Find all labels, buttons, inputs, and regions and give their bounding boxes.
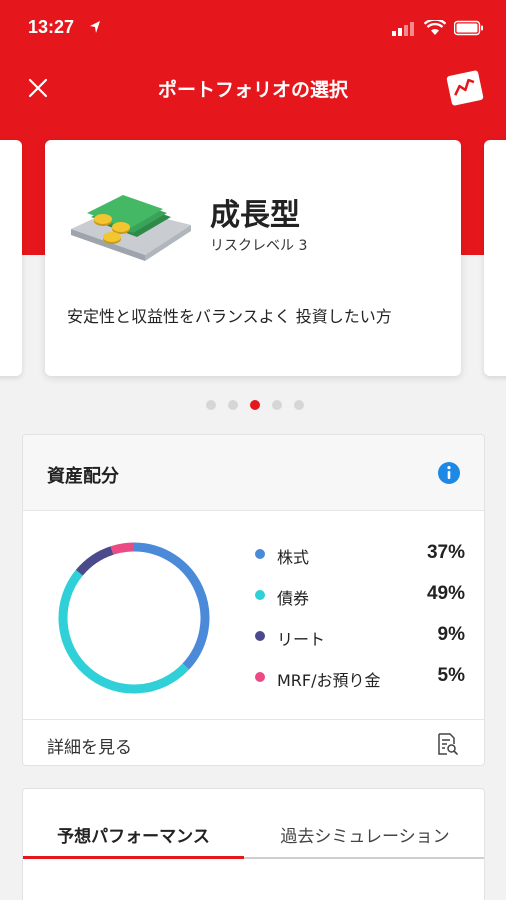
legend-label: リート: [277, 630, 326, 649]
tab-label: 過去シミュレーション: [280, 827, 450, 847]
status-bar: 13:27: [0, 0, 506, 60]
risk-level: リスクレベル 3: [210, 238, 308, 254]
page-dot[interactable]: [272, 400, 282, 410]
tab-label: 予想パフォーマンス: [57, 827, 210, 847]
portfolio-description: 安定性と収益性をバランスよく 投資したい方: [67, 307, 392, 326]
wifi-icon: [424, 20, 446, 35]
legend-label: 株式: [277, 548, 310, 567]
view-details-link[interactable]: 詳細を見る: [23, 719, 484, 767]
legend-color-dot: [255, 590, 265, 600]
signal-icon: [392, 22, 414, 36]
asset-allocation-title: 資産配分: [47, 466, 119, 487]
legend-color-dot: [255, 672, 265, 682]
donut-segment-stocks: [133, 542, 210, 670]
status-time: 13:27: [28, 17, 75, 37]
performance-card: 予想パフォーマンス 過去シミュレーション: [22, 788, 485, 900]
legend-color-dot: [255, 631, 265, 641]
tab-expected-performance[interactable]: 予想パフォーマンス: [23, 789, 244, 859]
chart-icon-button[interactable]: [444, 69, 486, 107]
location-arrow-icon: [90, 21, 100, 33]
asset-donut-chart: [58, 542, 210, 694]
battery-icon: [454, 20, 483, 36]
page-dot[interactable]: [228, 400, 238, 410]
legend-color-dot: [255, 549, 265, 559]
legend-item-stocks: 株式 37%: [255, 542, 465, 567]
portfolio-card[interactable]: 成長型 リスクレベル 3 安定性と収益性をバランスよく 投資したい方: [45, 140, 461, 376]
page-dot[interactable]: [206, 400, 216, 410]
legend-item-reit: リート 9%: [255, 624, 465, 649]
legend-value: 9%: [437, 624, 465, 645]
previous-portfolio-card[interactable]: [0, 140, 22, 376]
page-indicator: [0, 400, 506, 412]
legend-item-mrf: MRF/お預り金 5%: [255, 665, 465, 690]
legend-label: MRF/お預り金: [277, 671, 381, 690]
donut-segment-mrf: [110, 542, 135, 555]
tab-past-simulation[interactable]: 過去シミュレーション: [244, 789, 484, 859]
legend-value: 37%: [426, 542, 465, 563]
legend-value: 5%: [437, 665, 465, 686]
donut-segment-reit: [75, 546, 114, 576]
view-details-label: 詳細を見る: [47, 738, 132, 758]
asset-allocation-header: 資産配分: [23, 435, 484, 511]
money-tray-illustration: [71, 195, 191, 261]
page-dot[interactable]: [294, 400, 304, 410]
page-title: ポートフォリオの選択: [157, 79, 348, 101]
legend-item-bonds: 債券 49%: [255, 583, 465, 608]
donut-segment-bonds: [58, 569, 190, 694]
next-portfolio-card[interactable]: [484, 140, 506, 376]
legend-label: 債券: [277, 589, 310, 608]
asset-allocation-card: 資産配分 株式 37% 債券 49% リート 9% MRF/お預り金 5% 詳細…: [22, 434, 485, 766]
portfolio-title: 成長型: [210, 198, 300, 233]
info-icon[interactable]: [437, 461, 461, 485]
page-dot-active[interactable]: [250, 400, 260, 410]
legend-value: 49%: [426, 583, 465, 604]
nav-bar: ポートフォリオの選択: [0, 60, 506, 116]
document-search-icon: [438, 733, 458, 755]
